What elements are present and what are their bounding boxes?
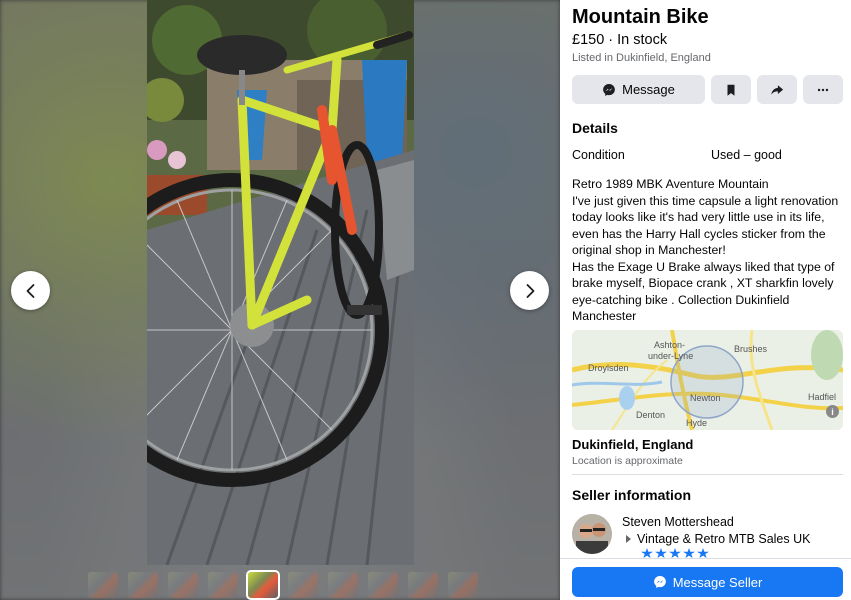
bottom-action-bar: Message Seller: [560, 558, 851, 600]
share-arrow-icon: [771, 84, 784, 95]
location-note: Location is approximate: [572, 455, 683, 467]
save-button[interactable]: [711, 75, 751, 104]
share-button[interactable]: [757, 75, 797, 104]
condition-value: Used – good: [711, 148, 782, 162]
photo-thumbnail[interactable]: [208, 572, 238, 598]
map-illustration: [572, 330, 843, 430]
location-name: Dukinfield, England: [572, 437, 694, 452]
seller-group[interactable]: Vintage & Retro MTB Sales UK: [626, 532, 810, 546]
more-dots-icon: [817, 88, 829, 91]
description-line: Retro 1989 MBK Aventure Mountain: [572, 177, 769, 191]
photo-thumbnail[interactable]: [448, 572, 478, 598]
action-buttons: Message: [572, 75, 843, 104]
description-line: eye-catching bike . Collection Dukinfiel…: [572, 292, 790, 307]
seller-name[interactable]: Steven Mottershead: [622, 515, 734, 529]
map-label: Brushes: [734, 344, 768, 354]
info-icon[interactable]: i: [826, 405, 839, 418]
photo-thumbnail-strip: [88, 570, 478, 600]
more-options-button[interactable]: [803, 75, 843, 104]
description-line: even has the Harry Hall cycles sticker f…: [572, 226, 826, 241]
map-label: Denton: [636, 410, 666, 420]
map-label: Hyde: [686, 418, 708, 428]
map-label: Droylsden: [588, 363, 629, 373]
photo-thumbnail[interactable]: [408, 572, 438, 598]
description-line: Manchester: [572, 309, 637, 323]
message-seller-label: Message Seller: [672, 574, 763, 590]
media-viewer: [0, 0, 560, 600]
details-heading: Details: [572, 120, 618, 136]
description-line: today looks like it's had very little us…: [572, 210, 825, 224]
divider: [572, 474, 843, 475]
seller-rating-stars: [641, 548, 709, 558]
map-label: Ashton-: [654, 340, 686, 350]
messenger-icon: [603, 83, 615, 96]
map-label: under-Lyne: [648, 351, 694, 361]
avatar-image: [572, 514, 612, 554]
bookmark-icon: [727, 84, 735, 96]
chevron-left-icon: [26, 283, 34, 298]
listing-location-line: Listed in Dukinfield, England: [572, 52, 711, 64]
star-icon: [655, 548, 667, 558]
message-button-label: Message: [622, 82, 675, 97]
star-icon: [669, 548, 681, 558]
message-button[interactable]: Message: [572, 75, 705, 104]
seller-group-name: Vintage & Retro MTB Sales UK: [637, 532, 811, 546]
description-line: brake myself, Biopace crank , XT sharkfi…: [572, 276, 834, 290]
message-seller-button[interactable]: Message Seller: [572, 567, 843, 597]
listing-description: Retro 1989 MBK Aventure Mountain I've ju…: [572, 176, 847, 325]
listing-details-panel: Mountain Bike £150 · In stock Listed in …: [560, 0, 851, 600]
listing-price: £150 · In stock: [572, 32, 668, 48]
listing-photo: [147, 0, 414, 565]
star-icon: [697, 548, 709, 558]
condition-label: Condition: [572, 148, 625, 162]
photo-thumbnail-active[interactable]: [246, 570, 280, 600]
chevron-right-icon: [526, 283, 534, 298]
photo-thumbnail[interactable]: [328, 572, 358, 598]
location-map[interactable]: Ashton- under-Lyne Brushes Droylsden New…: [572, 330, 843, 430]
next-photo-button[interactable]: [510, 271, 549, 310]
listing-title: Mountain Bike: [572, 6, 709, 28]
caret-right-icon: [626, 535, 631, 543]
photo-thumbnail[interactable]: [168, 572, 198, 598]
map-label: Newton: [690, 393, 721, 403]
bike-photo-illustration: [147, 0, 414, 565]
star-icon: [641, 548, 653, 558]
photo-thumbnail[interactable]: [88, 572, 118, 598]
marketplace-listing-page: Mountain Bike £150 · In stock Listed in …: [0, 0, 851, 600]
photo-thumbnail[interactable]: [368, 572, 398, 598]
map-label: Hadfiel: [808, 392, 837, 402]
description-line: I've just given this time capsule a ligh…: [572, 193, 839, 208]
seller-avatar[interactable]: [572, 514, 612, 554]
description-line: original shop in Manchester!: [572, 243, 726, 257]
messenger-icon: [653, 576, 666, 588]
photo-thumbnail[interactable]: [128, 572, 158, 598]
seller-heading: Seller information: [572, 487, 692, 503]
photo-thumbnail[interactable]: [288, 572, 318, 598]
description-line: Has the Exage U Brake always liked that …: [572, 259, 835, 274]
previous-photo-button[interactable]: [11, 271, 50, 310]
star-icon: [683, 548, 695, 558]
